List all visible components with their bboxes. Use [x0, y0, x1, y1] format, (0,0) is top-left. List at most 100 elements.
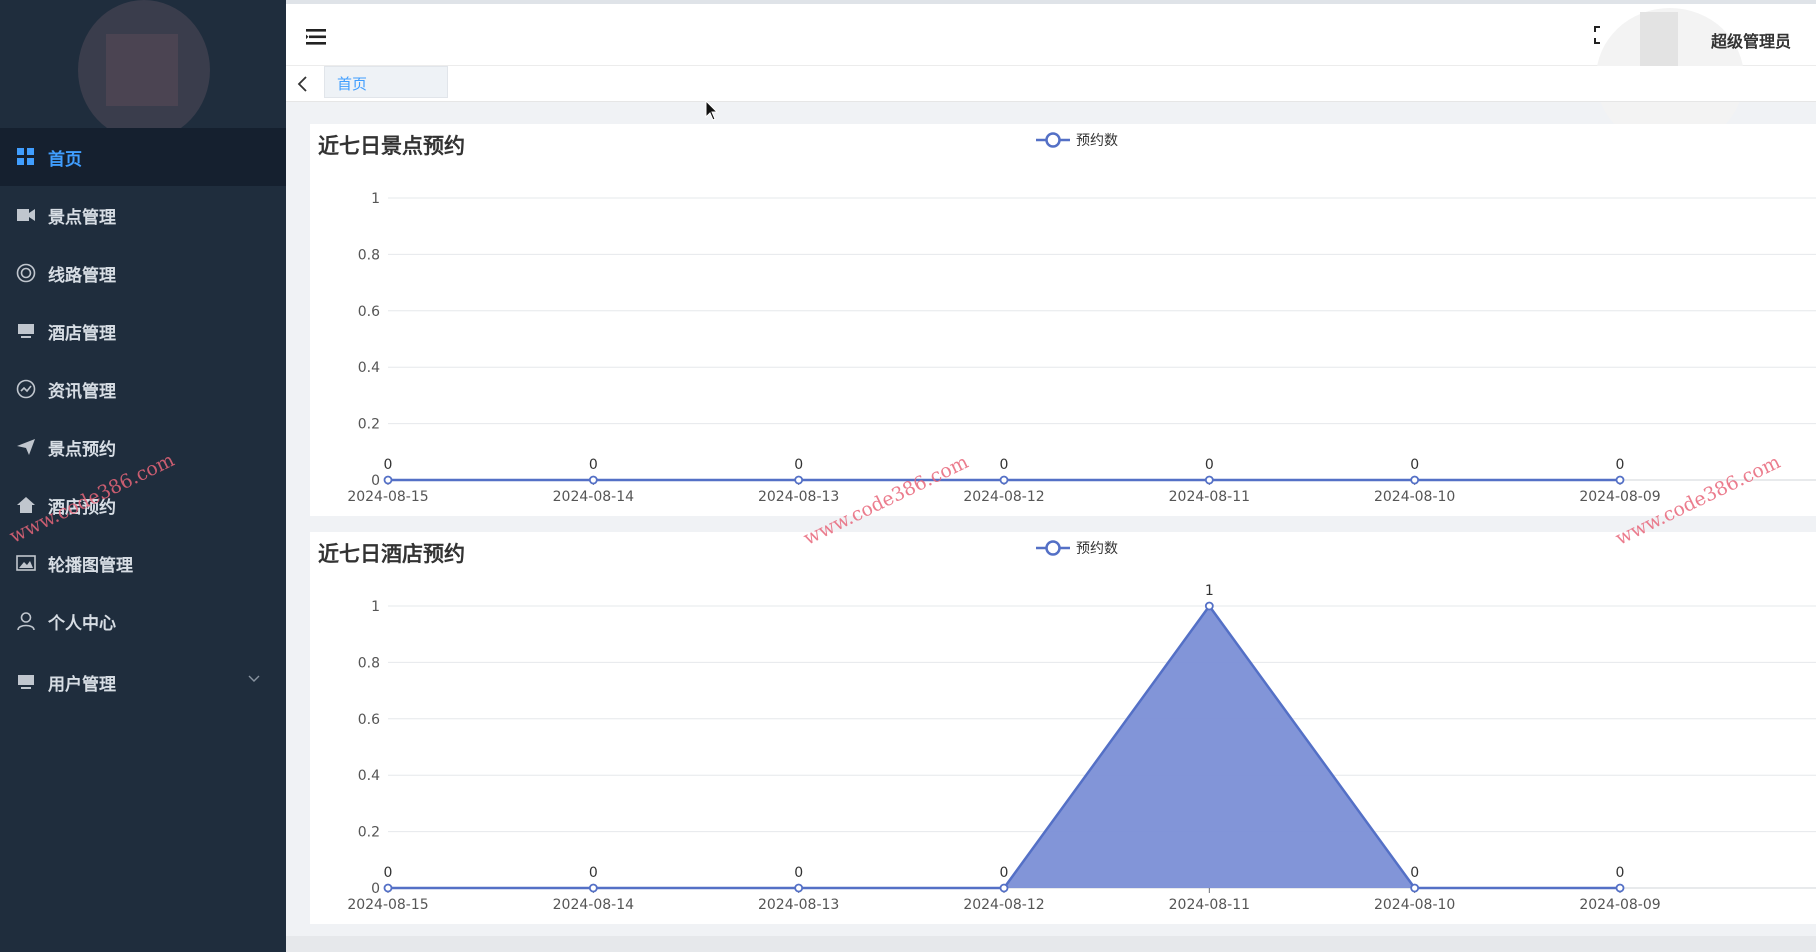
data-label: 0: [794, 457, 803, 473]
chevron-left-icon[interactable]: [296, 75, 310, 93]
data-label: 0: [1616, 865, 1625, 881]
y-tick-label: 0.8: [358, 247, 380, 263]
sidebar-item-label: 酒店管理: [48, 323, 116, 344]
sidebar-item-users[interactable]: 用户管理: [0, 650, 286, 714]
y-tick-label: 0.2: [358, 417, 380, 433]
scenic-booking-chart-card: 0 0.2 0.4 0.6 0.8 1 2024-08-15 2024-08-14 2024-0…: [310, 124, 1816, 516]
chart-legend[interactable]: 预约数: [1036, 130, 1118, 150]
legend-label: 预约数: [1076, 133, 1118, 149]
data-label: 0: [1616, 457, 1625, 473]
x-tick-label: 2024-08-11: [1169, 489, 1250, 505]
sidebar-item-label: 个人中心: [48, 613, 116, 634]
sidebar-item-home[interactable]: 首页: [0, 128, 286, 186]
data-point: [588, 883, 598, 893]
x-tick-label: 2024-08-09: [1579, 897, 1660, 913]
data-label: 1: [1205, 583, 1214, 599]
sidebar-item-label: 用户管理: [48, 674, 116, 695]
monitor-icon: [16, 321, 36, 341]
data-point: [1615, 883, 1625, 893]
picture-icon: [16, 553, 36, 573]
legend-line-icon: [1036, 132, 1070, 148]
x-tick-label: 2024-08-14: [553, 489, 634, 505]
tabs-bar: 首页: [286, 66, 1816, 102]
data-point: [999, 475, 1009, 485]
data-point: [999, 883, 1009, 893]
sidebar-item-label: 线路管理: [48, 265, 116, 286]
data-point: [383, 883, 393, 893]
send-icon: [16, 437, 36, 457]
tab-home[interactable]: 首页: [324, 66, 448, 98]
data-label: 0: [589, 865, 598, 881]
x-tick-label: 2024-08-09: [1579, 489, 1660, 505]
sidebar-item-label: 景点预约: [48, 439, 116, 460]
y-tick-label: 0.8: [358, 655, 380, 671]
chart-legend[interactable]: 预约数: [1036, 538, 1118, 558]
data-point: [1410, 475, 1420, 485]
sidebar-item-hotel[interactable]: 酒店管理: [0, 302, 286, 360]
y-tick-label: 0.2: [358, 825, 380, 841]
sidebar-item-route[interactable]: 线路管理: [0, 244, 286, 302]
x-tick-label: 2024-08-12: [963, 897, 1044, 913]
sidebar-item-news[interactable]: 资讯管理: [0, 360, 286, 418]
camera-icon: [16, 205, 36, 225]
data-point: [588, 475, 598, 485]
sidebar-item-label: 景点管理: [48, 207, 116, 228]
chart-title: 近七日景点预约: [318, 134, 465, 158]
data-label: 0: [794, 865, 803, 881]
y-tick-label: 0: [371, 473, 380, 489]
logo-area: [0, 0, 286, 140]
data-point: [794, 475, 804, 485]
y-tick-label: 0: [371, 881, 380, 897]
data-label: 0: [384, 457, 393, 473]
legend-line-icon: [1036, 540, 1070, 556]
chart-circle-icon: [16, 379, 36, 399]
sidebar-item-carousel[interactable]: 轮播图管理: [0, 534, 286, 592]
data-point: [1204, 475, 1214, 485]
footer-strip: [286, 936, 1816, 952]
target-icon: [16, 263, 36, 283]
sidebar-menu: 首页 景点管理 线路管理 酒店管理 资讯管理 景点预约 酒店预约 轮播图管理 个…: [0, 128, 286, 714]
data-label: 0: [589, 457, 598, 473]
data-label: 0: [1410, 457, 1419, 473]
series-line: [388, 603, 1620, 890]
hotel-booking-chart: 0 0.2 0.4 0.6 0.8 1 2024-08-15 2024-08-14 2024-0…: [347, 583, 1816, 913]
x-tick-label: 2024-08-14: [553, 897, 634, 913]
sidebar-item-label: 轮播图管理: [48, 555, 133, 576]
data-label: 0: [1000, 865, 1009, 881]
chart-title: 近七日酒店预约: [318, 542, 465, 566]
y-tick-label: 1: [371, 191, 380, 207]
x-tick-label: 2024-08-13: [758, 897, 839, 913]
user-icon: [16, 611, 36, 631]
data-label: 0: [384, 865, 393, 881]
topbar: 超级管理员: [286, 0, 1816, 148]
data-point: [1204, 601, 1214, 611]
monitor-icon: [16, 672, 36, 692]
chevron-down-icon: [248, 675, 260, 682]
sidebar-item-profile[interactable]: 个人中心: [0, 592, 286, 650]
x-tick-label: 2024-08-10: [1374, 489, 1455, 505]
data-point: [1615, 475, 1625, 485]
data-point: [383, 475, 393, 485]
data-label: 0: [1205, 457, 1214, 473]
y-tick-label: 0.4: [358, 768, 380, 784]
data-point: [794, 883, 804, 893]
x-tick-label: 2024-08-15: [347, 897, 428, 913]
x-tick-label: 2024-08-10: [1374, 897, 1455, 913]
data-label: 0: [1410, 865, 1419, 881]
x-tick-label: 2024-08-11: [1169, 897, 1250, 913]
sidebar-item-scenic[interactable]: 景点管理: [0, 186, 286, 244]
mouse-cursor-icon: [705, 100, 719, 121]
legend-label: 预约数: [1076, 541, 1118, 557]
user-name[interactable]: 超级管理员: [1711, 28, 1791, 52]
menu-toggle-icon[interactable]: [306, 28, 328, 46]
x-tick-label: 2024-08-13: [758, 489, 839, 505]
avatar: [78, 0, 210, 140]
y-tick-label: 0.6: [358, 304, 380, 320]
hotel-booking-chart-card: 0 0.2 0.4 0.6 0.8 1 2024-08-15 2024-08-14 2024-0…: [310, 532, 1816, 924]
series-area: [388, 606, 1620, 888]
y-tick-label: 0.4: [358, 360, 380, 376]
x-tick-label: 2024-08-15: [347, 489, 428, 505]
home-icon: [16, 495, 36, 515]
y-tick-label: 1: [371, 599, 380, 615]
sidebar-item-label: 资讯管理: [48, 381, 116, 402]
